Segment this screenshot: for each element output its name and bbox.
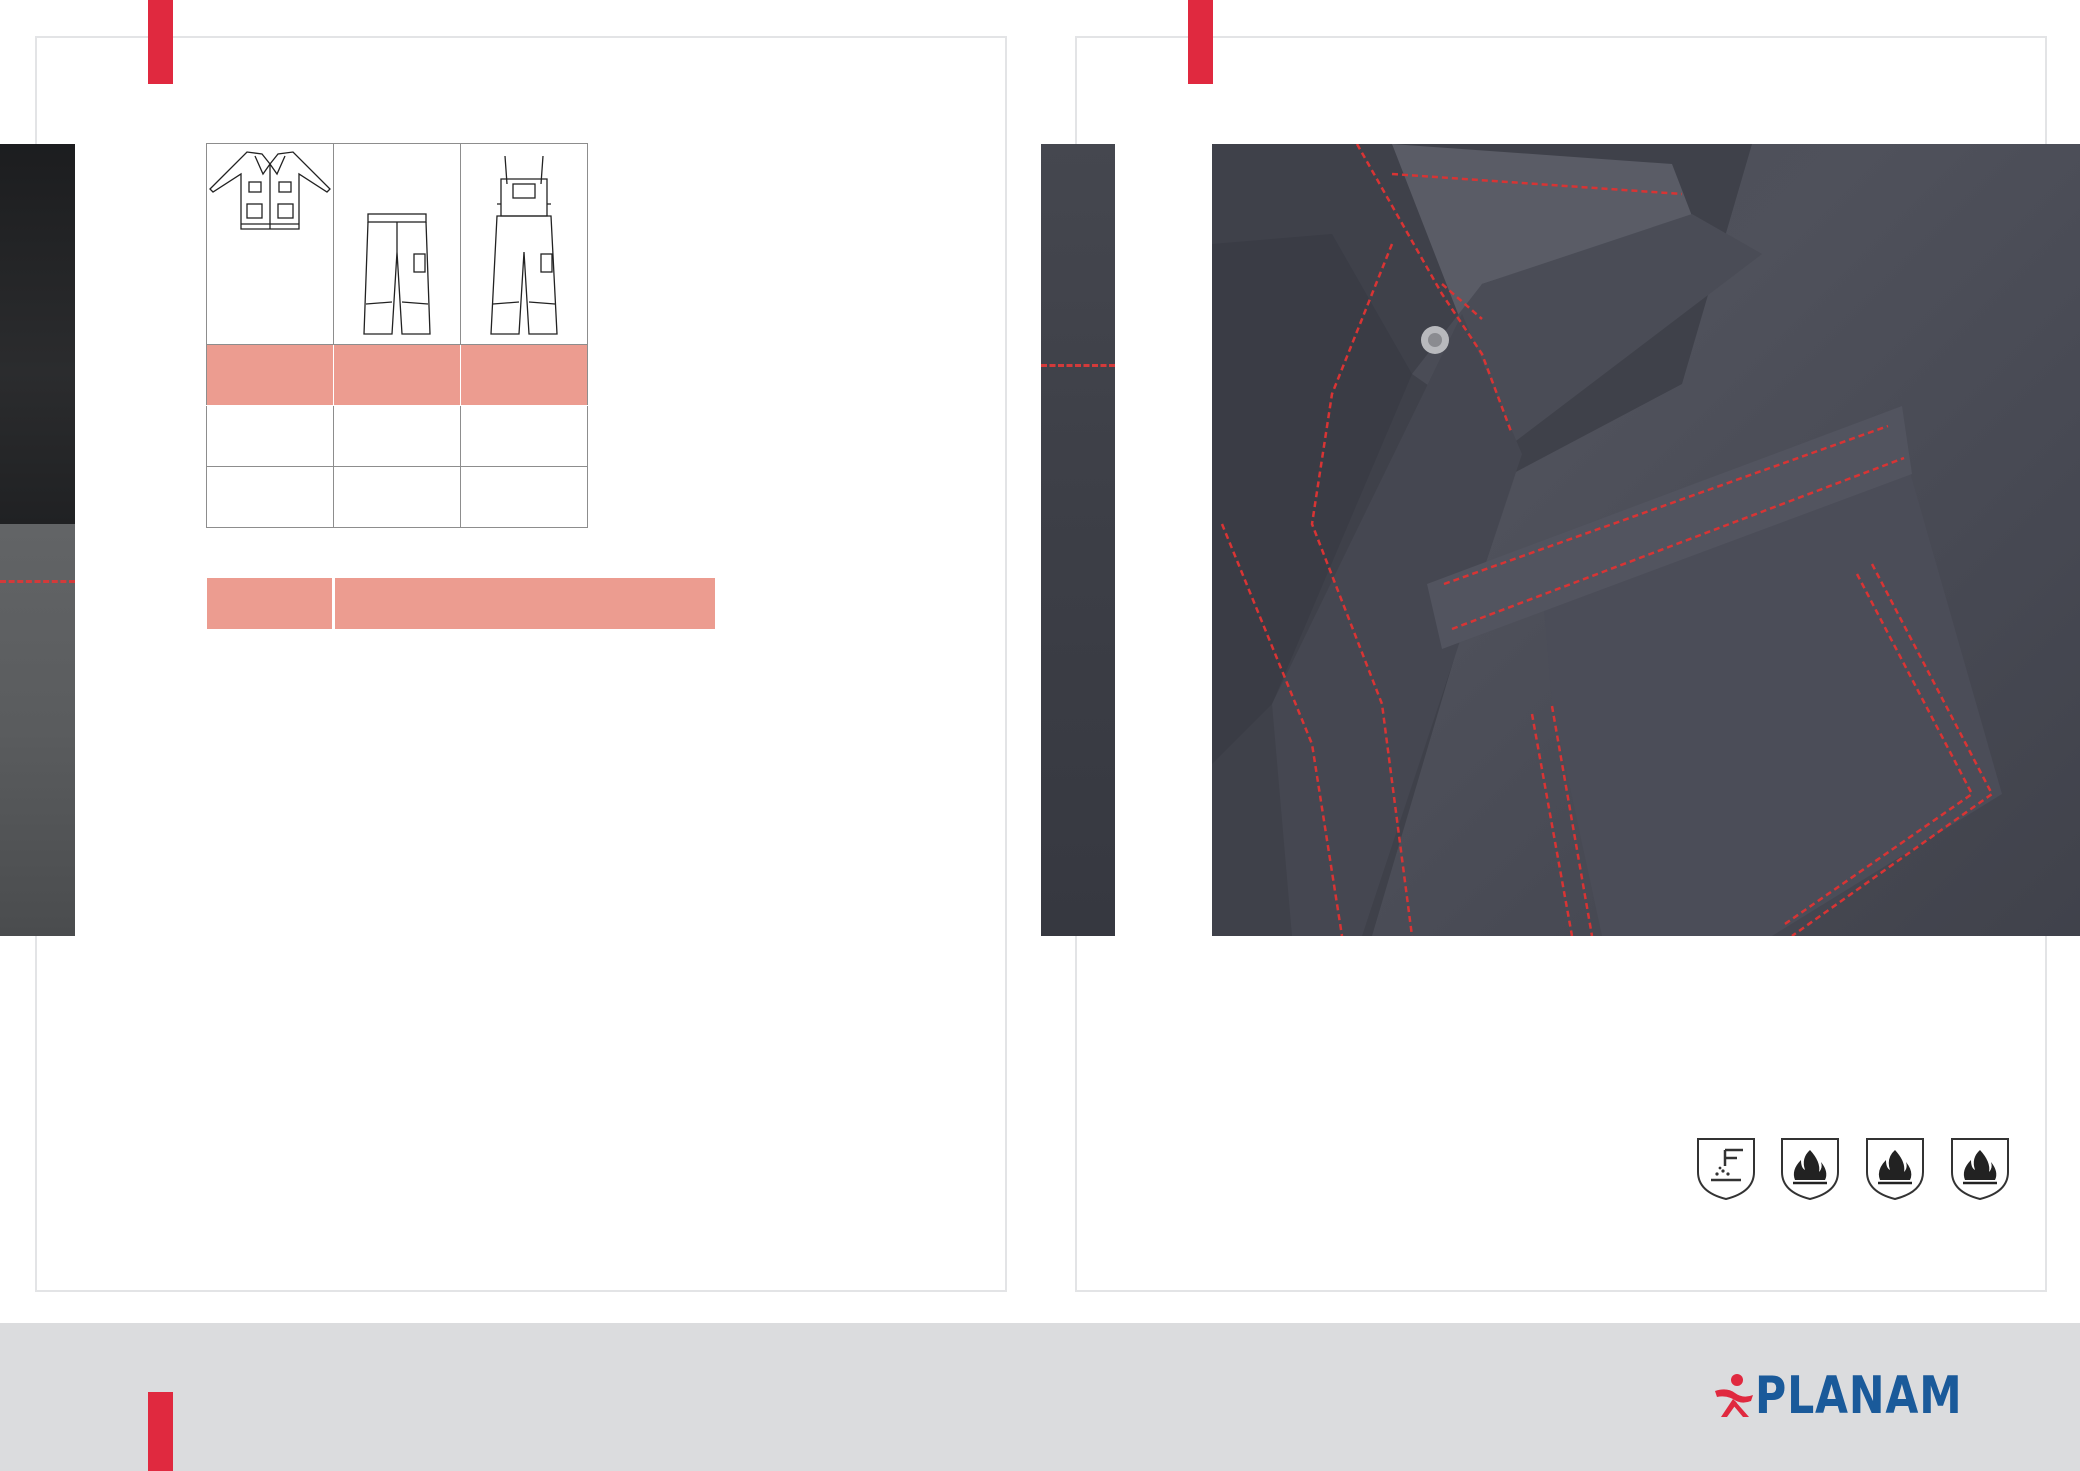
footer: PLANAM <box>0 1323 2080 1471</box>
jacket-closeup-drawing <box>1212 144 2002 936</box>
info-bar-label-cell <box>207 578 332 629</box>
table-cell <box>460 466 588 528</box>
color-swatch-cell <box>333 344 461 406</box>
fabric-strip-left-photo <box>0 144 75 936</box>
flame-protection-icon <box>1864 1136 1926 1202</box>
table-cell <box>206 405 334 467</box>
trousers-icon <box>363 213 431 335</box>
planam-figure-icon <box>1715 1374 1753 1417</box>
fabric-strip-right-photo <box>1041 144 1115 936</box>
table-cell <box>333 405 461 467</box>
table-cell <box>333 466 461 528</box>
page-marker-right <box>1188 0 1213 84</box>
welding-protection-icon <box>1695 1136 1757 1202</box>
table-cell <box>206 466 334 528</box>
product-cell-bib-overalls <box>460 143 588 345</box>
color-swatch-cell <box>206 344 334 406</box>
page-marker-bottom <box>148 1392 173 1471</box>
product-cell-trousers <box>333 143 461 345</box>
jacket-icon <box>209 151 331 230</box>
table-cell <box>460 405 588 467</box>
flame-protection-icon <box>1779 1136 1841 1202</box>
color-swatch-cell <box>460 344 588 406</box>
flame-protection-icon <box>1949 1136 2011 1202</box>
page-marker-left <box>148 0 173 84</box>
product-cell-jacket <box>206 143 334 345</box>
product-table <box>206 143 588 528</box>
bib-overalls-icon <box>490 155 558 335</box>
planam-logo-text: PLANAM <box>1755 1366 1963 1426</box>
jacket-closeup-photo <box>1212 144 2080 936</box>
info-bar-value-cell <box>335 578 715 629</box>
planam-logo[interactable]: PLANAM <box>1713 1368 2008 1424</box>
info-bar <box>207 578 715 629</box>
